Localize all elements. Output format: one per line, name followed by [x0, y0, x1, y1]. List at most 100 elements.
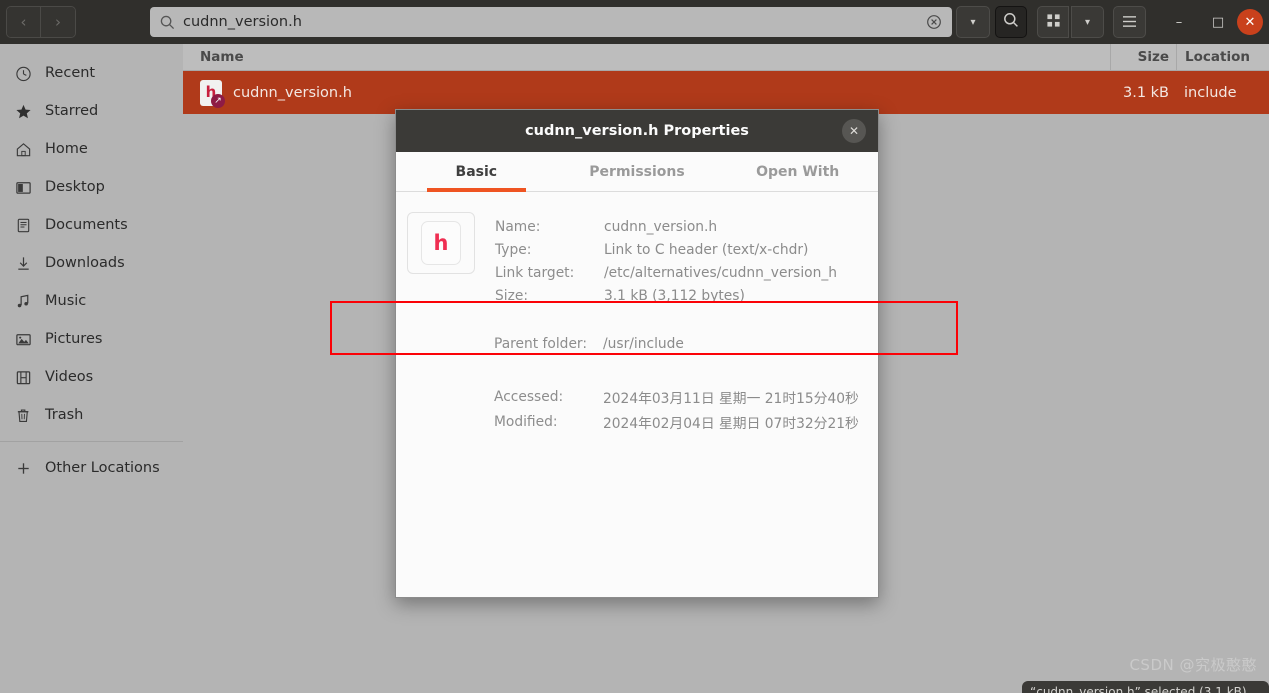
- tab-open-with[interactable]: Open With: [717, 152, 878, 191]
- chevron-right-icon: ›: [55, 13, 61, 31]
- property-row-type: Type: Link to C header (text/x-chdr): [495, 238, 837, 261]
- picture-icon: [12, 330, 34, 348]
- tab-permissions[interactable]: Permissions: [557, 152, 718, 191]
- minimize-button[interactable]: –: [1166, 9, 1192, 35]
- clock-icon: [12, 64, 34, 82]
- desktop-icon: [12, 178, 34, 196]
- download-icon: [12, 254, 34, 272]
- status-tooltip: “cudnn_version.h” selected (3.1 kB): [1022, 681, 1269, 693]
- window-titlebar: ‹ › cudnn_version.h ▾ ▾ – □ ✕: [0, 0, 1269, 44]
- back-button[interactable]: ‹: [7, 7, 41, 37]
- close-icon: ✕: [1244, 14, 1256, 30]
- chevron-left-icon: ‹: [20, 13, 27, 31]
- sidebar-item-label: Home: [45, 141, 88, 157]
- file-type-icon: h: [407, 212, 475, 274]
- property-value: 3.1 kB (3,112 bytes): [604, 288, 745, 305]
- view-options-dropdown[interactable]: ▾: [1071, 6, 1104, 38]
- chevron-down-icon: ▾: [1084, 16, 1091, 28]
- sidebar: Recent Starred Home Desktop Documents Do…: [0, 44, 183, 693]
- property-value: 2024年03月11日 星期一 21时15分40秒: [603, 391, 859, 408]
- sidebar-item-documents[interactable]: Documents: [0, 206, 183, 244]
- column-header-size[interactable]: Size: [1110, 43, 1176, 71]
- property-label: Name:: [495, 218, 541, 235]
- property-value[interactable]: cudnn_version.h: [604, 219, 717, 235]
- property-label: Link target:: [495, 264, 575, 281]
- tab-label: Open With: [756, 163, 840, 180]
- property-label: Modified:: [494, 414, 558, 431]
- property-row-size: Size: 3.1 kB (3,112 bytes): [495, 285, 837, 308]
- sidebar-item-label: Documents: [45, 217, 128, 233]
- search-icon: [160, 15, 175, 30]
- sidebar-item-starred[interactable]: Starred: [0, 92, 183, 130]
- close-window-button[interactable]: ✕: [1237, 9, 1263, 35]
- sidebar-item-trash[interactable]: Trash: [0, 396, 183, 434]
- tab-label: Permissions: [589, 163, 685, 180]
- trash-icon: [12, 406, 34, 424]
- watermark-text: CSDN @究极憨憨: [1129, 656, 1257, 674]
- column-header-location[interactable]: Location: [1176, 43, 1269, 71]
- file-name-label: cudnn_version.h: [233, 84, 352, 101]
- tab-basic[interactable]: Basic: [396, 152, 557, 192]
- document-icon: [12, 216, 34, 234]
- sidebar-item-downloads[interactable]: Downloads: [0, 244, 183, 282]
- property-row-parent-folder: Parent folder: /usr/include: [396, 332, 878, 357]
- search-input[interactable]: cudnn_version.h: [150, 7, 952, 37]
- file-name-cell: h ↗ cudnn_version.h: [183, 79, 1110, 108]
- property-row-accessed: Accessed: 2024年03月11日 星期一 21时15分40秒: [396, 385, 878, 410]
- property-value: 2024年02月04日 星期日 07时32分21秒: [603, 416, 859, 433]
- main-menu-button[interactable]: [1113, 6, 1146, 38]
- property-rows: Name: cudnn_version.h Type: Link to C he…: [495, 212, 837, 308]
- table-row[interactable]: h ↗ cudnn_version.h 3.1 kB include: [183, 71, 1269, 114]
- sidebar-item-label: Recent: [45, 65, 96, 81]
- maximize-button[interactable]: □: [1205, 9, 1231, 35]
- sidebar-item-home[interactable]: Home: [0, 130, 183, 168]
- music-note-icon: [12, 292, 34, 310]
- film-icon: [12, 368, 34, 386]
- dialog-body: h Name: cudnn_version.h Type: Link to C …: [396, 192, 878, 435]
- sidebar-item-music[interactable]: Music: [0, 282, 183, 320]
- sidebar-item-label: Desktop: [45, 179, 105, 195]
- dialog-tabs: Basic Permissions Open With: [396, 152, 878, 192]
- property-label: Size:: [495, 288, 528, 305]
- minimize-icon: –: [1175, 14, 1183, 30]
- search-icon: [1003, 12, 1019, 32]
- sidebar-item-label: Pictures: [45, 331, 103, 347]
- dialog-titlebar: cudnn_version.h Properties ✕: [396, 110, 878, 152]
- property-row-link-target: Link target: /etc/alternatives/cudnn_ver…: [495, 261, 837, 284]
- plus-icon: [12, 459, 34, 477]
- path-dropdown-button[interactable]: ▾: [956, 6, 990, 38]
- property-value: Link to C header (text/x-chdr): [604, 241, 809, 258]
- sidebar-item-other-locations[interactable]: Other Locations: [0, 449, 183, 487]
- hamburger-menu-icon: [1122, 13, 1137, 32]
- file-summary: h Name: cudnn_version.h Type: Link to C …: [396, 212, 878, 308]
- sidebar-item-recent[interactable]: Recent: [0, 54, 183, 92]
- c-header-icon-letter: h: [421, 221, 461, 265]
- sidebar-item-videos[interactable]: Videos: [0, 358, 183, 396]
- sidebar-item-label: Music: [45, 293, 87, 309]
- grid-view-icon: [1046, 13, 1061, 32]
- search-toggle-button[interactable]: [995, 6, 1027, 38]
- sidebar-item-label: Videos: [45, 369, 94, 385]
- search-value: cudnn_version.h: [183, 14, 302, 30]
- sidebar-item-pictures[interactable]: Pictures: [0, 320, 183, 358]
- property-value[interactable]: /usr/include: [603, 336, 684, 352]
- column-header-name[interactable]: Name: [183, 49, 1110, 65]
- sidebar-divider: [0, 441, 183, 442]
- file-size-cell: 3.1 kB: [1122, 84, 1169, 101]
- maximize-icon: □: [1211, 14, 1225, 30]
- sidebar-item-label: Starred: [45, 103, 99, 119]
- clear-icon[interactable]: [926, 14, 942, 30]
- navigation-buttons: ‹ ›: [6, 6, 76, 38]
- grid-view-button[interactable]: [1037, 6, 1069, 38]
- sidebar-item-label: Other Locations: [45, 460, 160, 476]
- properties-dialog: cudnn_version.h Properties ✕ Basic Permi…: [395, 109, 879, 598]
- sidebar-item-label: Downloads: [45, 255, 125, 271]
- symlink-badge-icon: ↗: [211, 93, 225, 108]
- sidebar-item-desktop[interactable]: Desktop: [0, 168, 183, 206]
- property-label: Type:: [495, 241, 532, 258]
- sidebar-item-label: Trash: [45, 407, 84, 423]
- home-icon: [12, 140, 34, 158]
- property-value: /etc/alternatives/cudnn_version_h: [604, 264, 837, 281]
- forward-button[interactable]: ›: [41, 7, 75, 37]
- dialog-close-button[interactable]: ✕: [842, 119, 866, 143]
